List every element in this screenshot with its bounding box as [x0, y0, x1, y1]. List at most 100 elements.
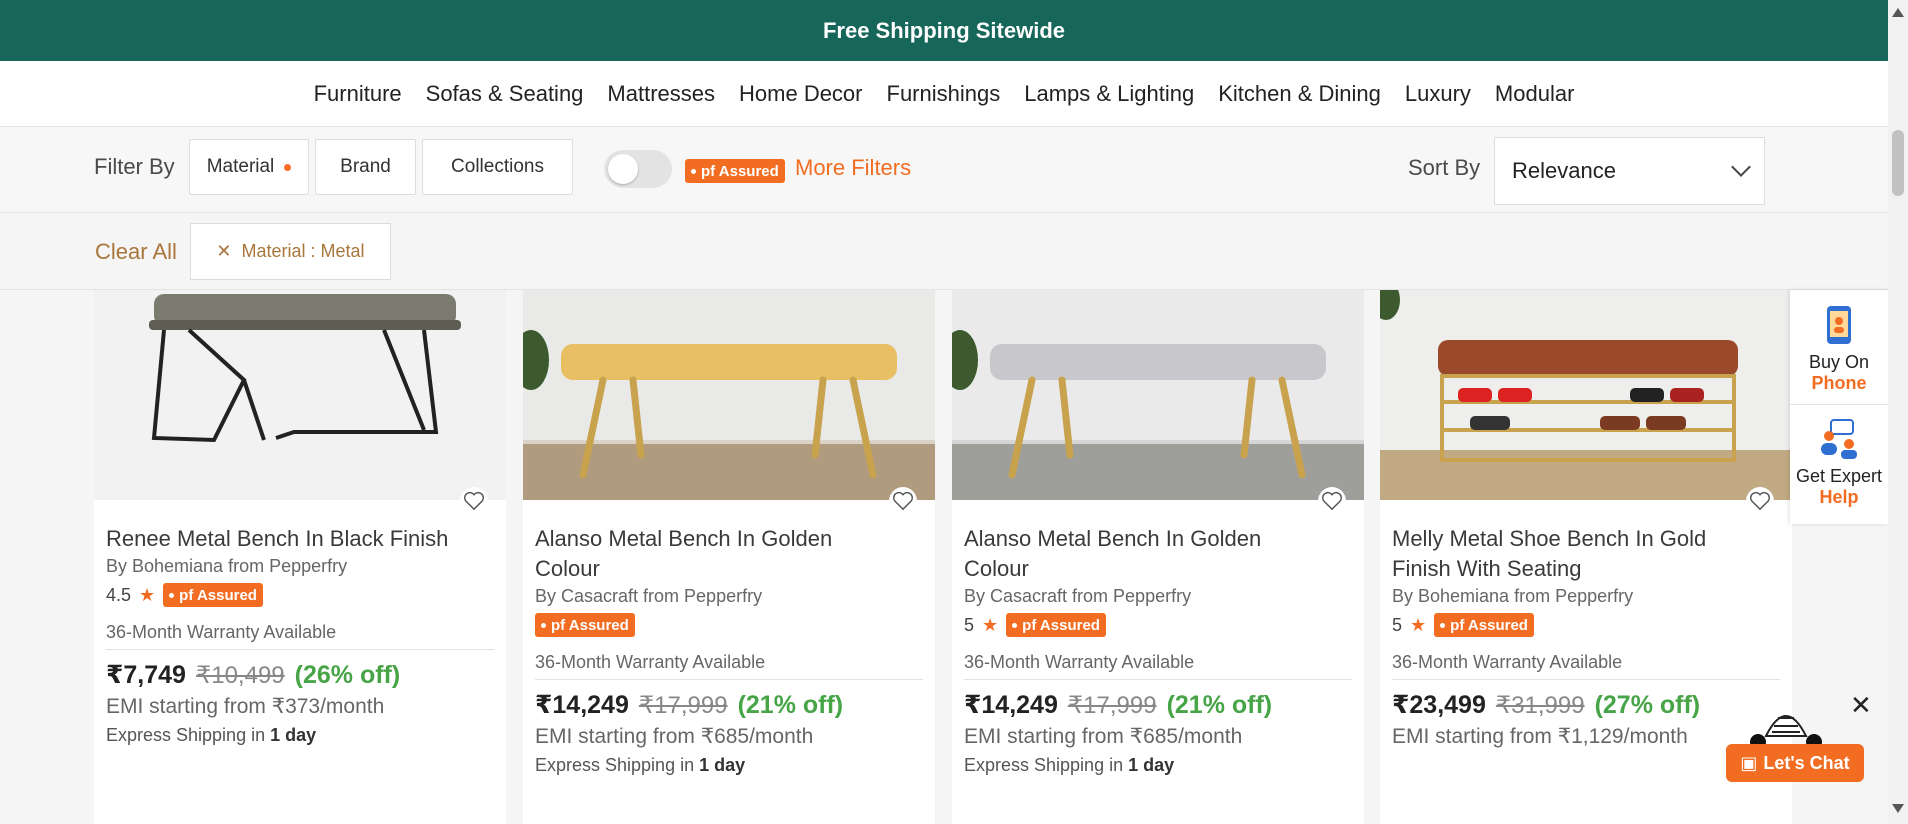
warranty-text: 36-Month Warranty Available	[1392, 652, 1780, 680]
badge-dot	[169, 592, 175, 598]
product-image[interactable]	[523, 290, 935, 500]
side-help-widget: Buy On Phone Get Expert Help	[1790, 290, 1888, 524]
product-image[interactable]	[1380, 290, 1792, 500]
nav-kitchen-dining[interactable]: Kitchen & Dining	[1206, 81, 1393, 107]
scroll-up-arrow[interactable]	[1892, 8, 1904, 17]
pf-assured-badge: pf Assured	[685, 159, 785, 183]
heart-icon[interactable]	[1746, 487, 1774, 515]
product-image[interactable]	[94, 290, 506, 500]
star-icon: ★	[982, 614, 999, 635]
product-title[interactable]: Melly Metal Shoe Bench In Gold Finish Wit…	[1392, 524, 1780, 584]
product-card[interactable]: Alanso Metal Bench In Golden Colour By Ca…	[523, 290, 935, 824]
nav-lamps-lighting[interactable]: Lamps & Lighting	[1012, 81, 1206, 107]
rating-row: 5 ★ pf Assured	[964, 612, 1352, 638]
heart-icon[interactable]	[460, 487, 488, 515]
get-expert-text: Get Expert	[1795, 466, 1883, 486]
badge-dot	[691, 168, 696, 174]
buy-on-text: Buy On	[1808, 352, 1870, 372]
product-card[interactable]: Alanso Metal Bench In Golden Colour By Ca…	[952, 290, 1364, 824]
heart-icon[interactable]	[889, 487, 917, 515]
page-scrollbar[interactable]	[1888, 0, 1908, 824]
heart-icon[interactable]	[1318, 487, 1346, 515]
discount-percent: (26% off)	[294, 661, 401, 689]
scroll-thumb[interactable]	[1892, 130, 1904, 196]
nav-home-decor[interactable]: Home Decor	[727, 81, 874, 107]
nav-furnishings[interactable]: Furnishings	[875, 81, 1013, 107]
discount-percent: (21% off)	[1166, 691, 1273, 719]
filter-chip-collections[interactable]: Collections	[422, 139, 573, 195]
chat-icon: ▣	[1740, 752, 1758, 773]
filter-chip-label: Brand	[340, 156, 391, 177]
sort-select[interactable]: Relevance	[1494, 137, 1765, 205]
side-divider	[1790, 404, 1888, 405]
sale-price: ₹14,249	[964, 691, 1058, 719]
price-row: ₹14,249 ₹17,999 (21% off)	[964, 690, 1352, 720]
toggle-knob	[608, 154, 638, 184]
sale-price: ₹7,749	[106, 661, 186, 689]
close-icon[interactable]: ✕	[1850, 690, 1872, 721]
nav-sofas-seating[interactable]: Sofas & Seating	[414, 81, 596, 107]
product-image[interactable]	[952, 290, 1364, 500]
product-title[interactable]: Renee Metal Bench In Black Finish	[106, 524, 494, 554]
product-title[interactable]: Alanso Metal Bench In Golden Colour	[964, 524, 1352, 584]
nav-luxury[interactable]: Luxury	[1393, 81, 1483, 107]
badge-dot	[1440, 622, 1446, 628]
mrp-price: ₹10,499	[195, 662, 285, 689]
phone-text: Phone	[1811, 373, 1867, 393]
applied-filter-chip[interactable]: ✕ Material : Metal	[190, 223, 391, 280]
phone-icon	[1827, 306, 1851, 344]
applied-filter-label: Material : Metal	[241, 241, 365, 261]
more-filters-link[interactable]: More Filters	[795, 155, 911, 181]
product-info: Alanso Metal Bench In Golden Colour By Ca…	[964, 524, 1352, 776]
price-row: ₹23,499 ₹31,999 (27% off)	[1392, 690, 1780, 720]
filter-chip-brand[interactable]: Brand	[315, 139, 416, 195]
rating-row: 4.5 ★ pf Assured	[106, 582, 494, 608]
filter-chip-label: Material	[206, 156, 275, 177]
main-nav: Furniture Sofas & Seating Mattresses Hom…	[0, 61, 1888, 127]
nav-furniture[interactable]: Furniture	[302, 81, 414, 107]
star-icon: ★	[1410, 614, 1427, 635]
filter-by-label: Filter By	[94, 154, 175, 179]
discount-percent: (21% off)	[737, 691, 844, 719]
rating-value: 4.5	[106, 584, 132, 605]
help-text: Help	[1819, 487, 1859, 507]
warranty-text: 36-Month Warranty Available	[535, 652, 923, 680]
expert-icon	[1821, 419, 1857, 459]
star-icon: ★	[139, 584, 156, 605]
product-title[interactable]: Alanso Metal Bench In Golden Colour	[535, 524, 923, 584]
nav-modular[interactable]: Modular	[1483, 81, 1586, 107]
mrp-price: ₹17,999	[638, 692, 728, 719]
get-expert-help-button[interactable]: Get Expert Help	[1790, 418, 1888, 508]
price-row: ₹7,749 ₹10,499 (26% off)	[106, 660, 494, 690]
warranty-text: 36-Month Warranty Available	[964, 652, 1352, 680]
sale-price: ₹14,249	[535, 691, 629, 719]
sort-value: Relevance	[1512, 158, 1616, 183]
filter-bar: Filter By Material Brand Collections pf …	[0, 127, 1888, 213]
product-card[interactable]: Renee Metal Bench In Black Finish By Boh…	[94, 290, 506, 824]
emi-text: EMI starting from ₹373/month	[106, 695, 385, 718]
filter-chip-material[interactable]: Material	[189, 139, 309, 195]
scroll-down-arrow[interactable]	[1892, 804, 1904, 813]
lets-chat-button[interactable]: ▣ Let's Chat	[1726, 744, 1864, 782]
sale-price: ₹23,499	[1392, 691, 1486, 719]
free-shipping-banner: Free Shipping Sitewide	[0, 0, 1888, 61]
applied-filters-bar: Clear All ✕ Material : Metal	[0, 213, 1888, 290]
product-brand: By Bohemiana from Pepperfry	[106, 556, 348, 576]
shipping-text: Express Shipping in 1 day	[535, 755, 746, 775]
badge-dot	[541, 622, 546, 628]
chevron-down-icon	[1731, 157, 1751, 177]
discount-percent: (27% off)	[1594, 691, 1701, 719]
close-icon[interactable]: ✕	[216, 241, 231, 262]
buy-on-phone-button[interactable]: Buy On Phone	[1790, 304, 1888, 394]
emi-text: EMI starting from ₹685/month	[535, 725, 814, 748]
pf-assured-badge: pf Assured	[163, 583, 263, 607]
pf-assured-toggle[interactable]	[604, 150, 672, 188]
shipping-text: Express Shipping in 1 day	[106, 725, 317, 745]
lets-chat-label: Let's Chat	[1763, 752, 1850, 773]
nav-mattresses[interactable]: Mattresses	[595, 81, 727, 107]
product-info: Renee Metal Bench In Black Finish By Boh…	[106, 524, 494, 746]
pf-assured-badge: pf Assured	[1006, 613, 1106, 637]
clear-all-link[interactable]: Clear All	[95, 239, 177, 265]
product-brand: By Bohemiana from Pepperfry	[1392, 586, 1634, 606]
pf-assured-text: pf Assured	[701, 162, 779, 180]
